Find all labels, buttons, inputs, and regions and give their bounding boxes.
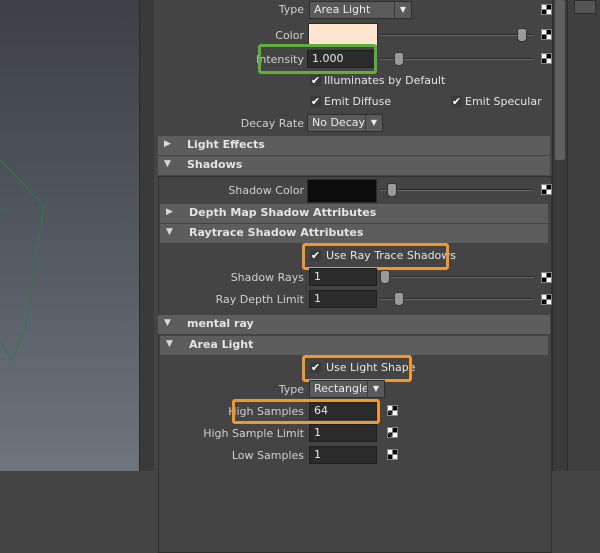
shadow-color-texture-icon[interactable] bbox=[541, 184, 552, 195]
ray-depth-label: Ray Depth Limit bbox=[215, 293, 304, 306]
high-sample-limit-field[interactable]: 1 bbox=[309, 424, 377, 442]
intensity-highlight bbox=[258, 44, 377, 74]
expanded-arrow-icon: ▼ bbox=[166, 339, 173, 349]
color-slider-handle[interactable] bbox=[517, 28, 527, 42]
section-area-light[interactable]: ▼ Area Light bbox=[160, 336, 548, 355]
color-texture-icon[interactable] bbox=[541, 29, 552, 40]
section-shadows[interactable]: ▼ Shadows bbox=[158, 156, 550, 175]
viewport-wireframe bbox=[0, 159, 45, 362]
intensity-texture-icon[interactable] bbox=[541, 53, 552, 64]
section-depth-map[interactable]: ▶ Depth Map Shadow Attributes bbox=[160, 204, 548, 223]
panel-scrollbar[interactable] bbox=[552, 0, 568, 471]
light-type-value: Area Light bbox=[314, 3, 371, 16]
viewport-panel[interactable] bbox=[0, 0, 139, 471]
section-title: mental ray bbox=[187, 317, 254, 330]
chevron-down-icon: ▼ bbox=[394, 2, 411, 18]
section-title: Light Effects bbox=[187, 138, 265, 151]
area-type-dropdown[interactable]: Rectangle ▼ bbox=[309, 380, 385, 398]
shadow-rays-field[interactable]: 1 bbox=[309, 268, 377, 286]
low-samples-label: Low Samples bbox=[231, 449, 304, 462]
illuminates-checkbox[interactable]: ✔ bbox=[310, 75, 321, 86]
shadow-color-slider-handle[interactable] bbox=[387, 183, 397, 197]
ray-depth-field[interactable]: 1 bbox=[309, 290, 377, 308]
shadow-rays-slider-handle[interactable] bbox=[380, 270, 390, 284]
decay-rate-label: Decay Rate bbox=[240, 117, 304, 130]
scrollbar-thumb[interactable] bbox=[555, 0, 565, 160]
high-sample-limit-texture-icon[interactable] bbox=[387, 427, 398, 438]
high-samples-highlight bbox=[232, 399, 380, 424]
right-side-strip bbox=[567, 0, 600, 471]
collapsed-arrow-icon: ▶ bbox=[164, 139, 171, 149]
shadow-color-slider-track[interactable] bbox=[380, 189, 533, 191]
shadow-color-swatch[interactable] bbox=[307, 179, 377, 203]
use-light-shape-highlight bbox=[302, 355, 412, 382]
section-title: Raytrace Shadow Attributes bbox=[189, 226, 364, 239]
color-slider-track[interactable] bbox=[380, 34, 533, 36]
decay-rate-dropdown[interactable]: No Decay ▼ bbox=[307, 114, 383, 132]
shadow-rays-slider-track[interactable] bbox=[380, 276, 533, 278]
illuminates-label: Illuminates by Default bbox=[324, 74, 446, 87]
side-button[interactable] bbox=[574, 0, 596, 14]
chevron-down-icon: ▼ bbox=[365, 115, 382, 131]
type-texture-icon[interactable] bbox=[541, 4, 552, 15]
section-title: Shadows bbox=[187, 158, 243, 171]
shadow-color-label: Shadow Color bbox=[228, 184, 304, 197]
low-samples-texture-icon[interactable] bbox=[387, 449, 398, 460]
section-title: Depth Map Shadow Attributes bbox=[189, 206, 377, 219]
section-raytrace[interactable]: ▼ Raytrace Shadow Attributes bbox=[160, 224, 548, 243]
emit-diffuse-label: Emit Diffuse bbox=[324, 95, 392, 108]
emit-diffuse-checkbox[interactable]: ✔ bbox=[310, 96, 321, 107]
emit-specular-checkbox[interactable]: ✔ bbox=[451, 96, 462, 107]
emit-specular-label: Emit Specular bbox=[465, 95, 542, 108]
section-mental-ray[interactable]: ▼ mental ray bbox=[158, 315, 550, 334]
shadow-rays-texture-icon[interactable] bbox=[541, 272, 552, 283]
expanded-arrow-icon: ▼ bbox=[166, 227, 173, 237]
intensity-slider-handle[interactable] bbox=[394, 52, 404, 66]
low-samples-field[interactable]: 1 bbox=[309, 446, 377, 464]
section-light-effects[interactable]: ▶ Light Effects bbox=[158, 136, 550, 155]
collapsed-arrow-icon: ▶ bbox=[166, 207, 173, 217]
shadow-rays-label: Shadow Rays bbox=[230, 271, 304, 284]
expanded-arrow-icon: ▼ bbox=[164, 318, 171, 328]
decay-rate-value: No Decay bbox=[312, 116, 365, 129]
high-samples-texture-icon[interactable] bbox=[387, 405, 398, 416]
panel-splitter[interactable] bbox=[139, 0, 155, 471]
area-type-value: Rectangle bbox=[314, 382, 369, 395]
use-ray-trace-highlight bbox=[302, 243, 449, 270]
ray-depth-texture-icon[interactable] bbox=[541, 294, 552, 305]
ray-depth-slider-handle[interactable] bbox=[394, 292, 404, 306]
high-sample-limit-label: High Sample Limit bbox=[203, 427, 304, 440]
section-title: Area Light bbox=[189, 338, 254, 351]
area-type-label: Type bbox=[278, 383, 304, 396]
expanded-arrow-icon: ▼ bbox=[164, 159, 171, 169]
attribute-editor-panel: Type Area Light ▼ Color Intensity 1.000 … bbox=[154, 0, 552, 553]
chevron-down-icon: ▼ bbox=[367, 381, 384, 397]
color-label: Color bbox=[275, 29, 304, 42]
type-label: Type bbox=[278, 3, 304, 16]
light-type-dropdown[interactable]: Area Light ▼ bbox=[309, 1, 412, 19]
